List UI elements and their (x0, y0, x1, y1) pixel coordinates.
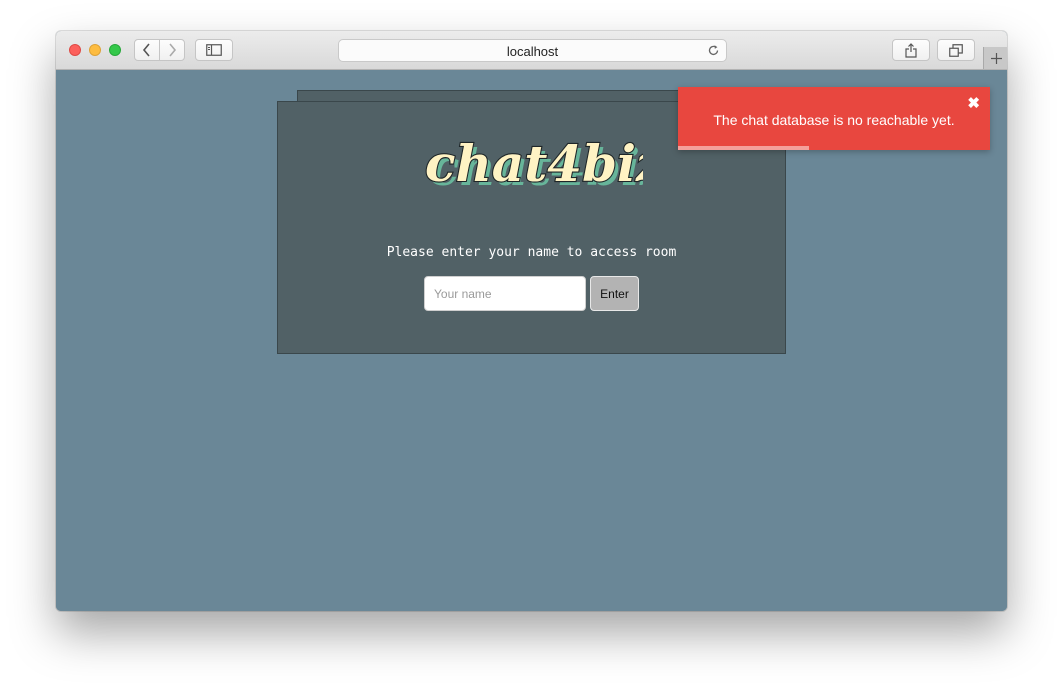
toast-message: The chat database is no reachable yet. (713, 112, 955, 128)
new-tab-button[interactable] (983, 47, 1007, 69)
chevron-left-icon (142, 43, 150, 57)
name-input[interactable] (424, 276, 586, 311)
browser-window: localhost chat4bi chat4biz Please enter … (56, 31, 1007, 611)
page-content: chat4biz chat4biz Please enter your name… (56, 70, 1007, 611)
plus-icon (990, 52, 1002, 64)
share-button[interactable] (892, 39, 930, 61)
logo-text: chat4biz (425, 134, 643, 193)
chat4biz-logo: chat4biz chat4biz (424, 133, 643, 197)
sidebar-icon (206, 44, 222, 56)
maximize-window-button[interactable] (109, 44, 121, 56)
tabs-overview-button[interactable] (937, 39, 975, 61)
back-button[interactable] (134, 39, 160, 61)
minimize-window-button[interactable] (89, 44, 101, 56)
close-window-button[interactable] (69, 44, 81, 56)
enter-button[interactable]: Enter (590, 276, 639, 311)
address-text: localhost (506, 44, 559, 59)
close-x-icon[interactable]: ✖ (967, 96, 980, 111)
sidebar-toggle-button[interactable] (195, 39, 233, 61)
access-prompt: Please enter your name to access room (386, 245, 677, 260)
browser-toolbar: localhost (56, 31, 1007, 70)
tabs-overview-icon (949, 43, 963, 57)
reload-icon[interactable] (707, 44, 720, 57)
share-icon (905, 42, 917, 58)
address-bar[interactable]: localhost (338, 39, 727, 62)
chevron-right-icon (169, 43, 177, 57)
error-toast: The chat database is no reachable yet. ✖ (678, 87, 990, 150)
toast-progress-bar (678, 146, 810, 150)
forward-button[interactable] (159, 39, 185, 61)
